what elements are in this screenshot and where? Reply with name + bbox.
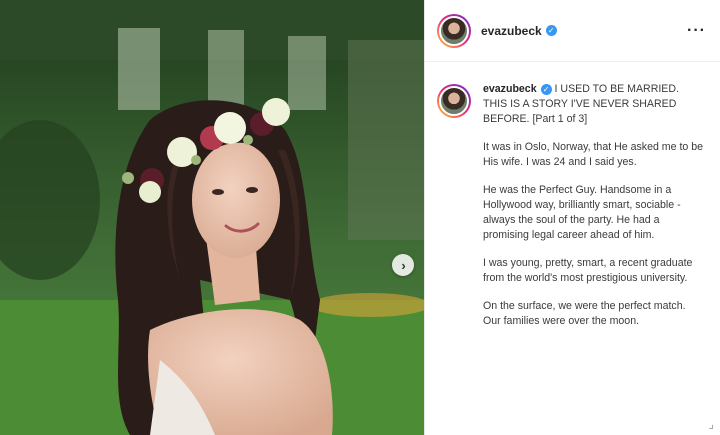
caption-paragraph: He was the Perfect Guy. Handsome in a Ho… — [483, 184, 681, 241]
verified-check-icon: ✓ — [545, 25, 557, 36]
caption-paragraph: evazubeck ✓ I USED TO BE MARRIED. THIS IS… — [483, 82, 705, 127]
caption-paragraph: It was in Oslo, Norway, that He asked me… — [483, 141, 704, 168]
caption-username[interactable]: evazubeck — [483, 83, 537, 95]
post-header: evazubeck ✓ ··· — [425, 0, 720, 62]
instagram-post: › evazubeck ✓ ··· evazubeck ✓ I USED TO B… — [0, 0, 720, 435]
bride-photo-illustration — [0, 0, 424, 435]
caption-avatar[interactable] — [437, 84, 471, 118]
caption-area: evazubeck ✓ I USED TO BE MARRIED. THIS IS… — [425, 62, 720, 342]
verified-check-icon: ✓ — [540, 83, 552, 95]
ellipsis-icon[interactable]: ··· — [687, 22, 706, 40]
post-side-panel: evazubeck ✓ ··· evazubeck ✓ I USED TO BE … — [424, 0, 720, 435]
caption-text: evazubeck ✓ I USED TO BE MARRIED. THIS IS… — [483, 82, 705, 342]
chevron-right-icon: › — [401, 257, 406, 273]
next-photo-button[interactable]: › — [392, 254, 414, 276]
caption-paragraph: I was young, pretty, smart, a recent gra… — [483, 257, 693, 284]
post-photo[interactable]: › — [0, 0, 424, 435]
scroll-corner-icon: ⌟ — [708, 417, 714, 431]
avatar[interactable] — [437, 13, 471, 48]
caption-paragraph: On the surface, we were the perfect matc… — [483, 300, 686, 327]
header-username[interactable]: evazubeck — [481, 24, 542, 38]
